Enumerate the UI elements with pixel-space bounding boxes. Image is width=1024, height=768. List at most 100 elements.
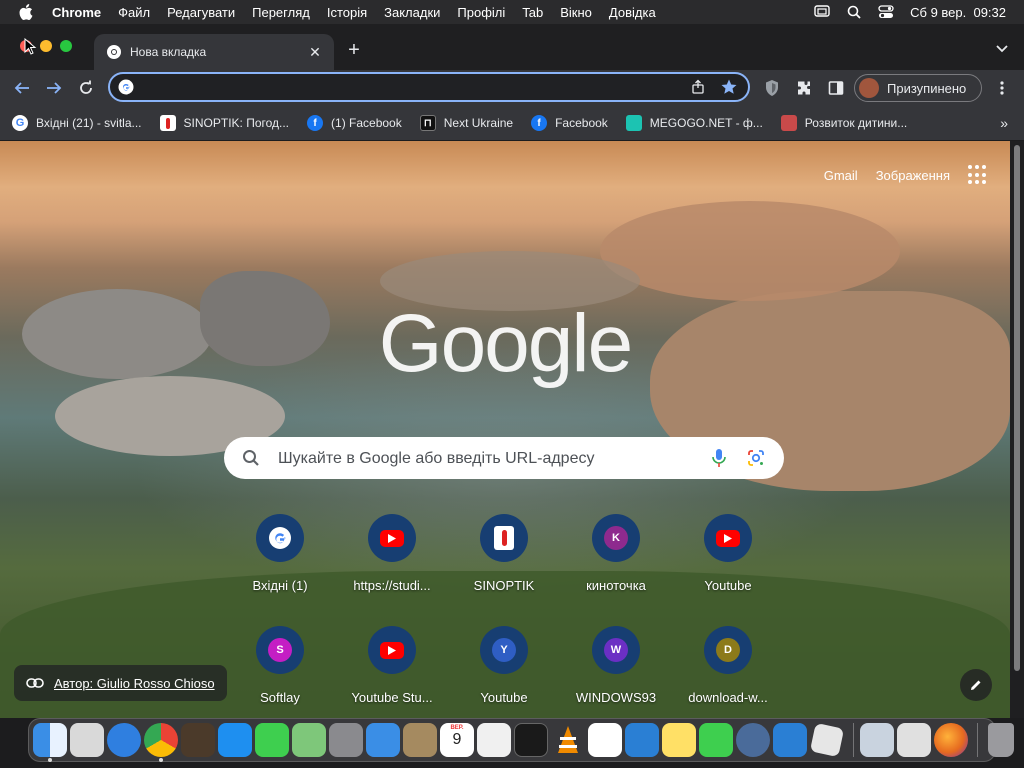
- firefox-icon[interactable]: [934, 723, 968, 757]
- app-store-icon[interactable]: [218, 723, 252, 757]
- mail-icon[interactable]: [366, 723, 400, 757]
- menu-tab[interactable]: Tab: [522, 5, 543, 20]
- voice-search-mic-icon[interactable]: [710, 448, 728, 468]
- shortcut-tile[interactable]: W WINDOWS93: [560, 626, 672, 705]
- vscode-icon[interactable]: [625, 723, 659, 757]
- shortcut-tile[interactable]: S Softlay: [224, 626, 336, 705]
- menu-window[interactable]: Вікно: [560, 5, 592, 20]
- shortcut-tile[interactable]: Вхідні (1): [224, 514, 336, 593]
- back-button[interactable]: [12, 78, 32, 98]
- textedit-icon[interactable]: [477, 723, 511, 757]
- menu-profiles[interactable]: Профілі: [457, 5, 505, 20]
- new-tab-button[interactable]: +: [344, 40, 364, 60]
- maps-icon[interactable]: [292, 723, 326, 757]
- menu-view[interactable]: Перегляд: [252, 5, 310, 20]
- gmail-link[interactable]: Gmail: [824, 168, 858, 183]
- bookmark-item[interactable]: f (1) Facebook: [307, 115, 402, 131]
- google-apps-grid-icon[interactable]: [968, 165, 988, 185]
- google-g-icon: [118, 79, 134, 95]
- trash-icon[interactable]: [988, 723, 1014, 757]
- google-lens-icon[interactable]: [746, 448, 766, 468]
- bookmark-item[interactable]: ⊓ Next Ukraine: [419, 115, 513, 131]
- shortcut-tile[interactable]: K киноточка: [560, 514, 672, 593]
- dock-separator: [977, 723, 978, 757]
- bookmark-label: SINOPTIK: Погод...: [183, 116, 290, 130]
- menu-file[interactable]: Файл: [118, 5, 150, 20]
- address-input[interactable]: [150, 78, 694, 98]
- bookmark-item[interactable]: Розвиток дитини...: [780, 115, 907, 131]
- images-link[interactable]: Зображення: [876, 168, 950, 183]
- reload-button[interactable]: [76, 78, 96, 98]
- bookmark-item[interactable]: f Facebook: [531, 115, 608, 131]
- side-panel-button[interactable]: [826, 78, 846, 98]
- shortcut-tile[interactable]: SINOPTIK: [448, 514, 560, 593]
- garageband-icon[interactable]: [181, 723, 215, 757]
- customize-chrome-button[interactable]: [960, 669, 992, 701]
- menu-app-name[interactable]: Chrome: [52, 5, 101, 20]
- spotlight-search-icon[interactable]: [846, 5, 862, 19]
- shortcut-tile[interactable]: Youtube: [672, 514, 784, 593]
- shortcut-tile[interactable]: D download-w...: [672, 626, 784, 705]
- letter-icon: K: [604, 526, 628, 550]
- scrollbar-thumb[interactable]: [1014, 145, 1020, 671]
- bookmark-star-icon[interactable]: [720, 78, 738, 96]
- control-center-icon[interactable]: [878, 5, 894, 19]
- reminders-icon[interactable]: [588, 723, 622, 757]
- screen-app-icon[interactable]: [860, 723, 894, 757]
- omnibox[interactable]: [108, 72, 750, 102]
- facetime-icon[interactable]: [699, 723, 733, 757]
- chrome-icon[interactable]: [144, 723, 178, 762]
- menu-bookmarks[interactable]: Закладки: [384, 5, 440, 20]
- terminal-icon[interactable]: [514, 723, 548, 757]
- shortcut-tile[interactable]: Youtube Stu...: [336, 626, 448, 705]
- menu-help[interactable]: Довідка: [609, 5, 656, 20]
- window-zoom-button[interactable]: [60, 40, 72, 52]
- system-settings-icon[interactable]: [329, 723, 363, 757]
- background-author-link[interactable]: Автор: Giulio Rosso Chioso: [14, 665, 227, 701]
- page-scrollbar[interactable]: [1010, 141, 1024, 718]
- apple-logo-icon[interactable]: [18, 4, 34, 20]
- tab-search-chevron-icon[interactable]: [994, 40, 1010, 56]
- finder-icon[interactable]: [33, 723, 67, 762]
- contacts-icon[interactable]: [403, 723, 437, 757]
- ntp-search-box[interactable]: [224, 437, 784, 479]
- share-icon[interactable]: [690, 79, 706, 95]
- launchpad-icon[interactable]: [70, 723, 104, 757]
- shortcut-tile[interactable]: https://studi...: [336, 514, 448, 593]
- shortcut-icon-circle: S: [256, 626, 304, 674]
- window-minimize-button[interactable]: [40, 40, 52, 52]
- tab-new-tab[interactable]: Нова вкладка ✕: [94, 34, 334, 70]
- ntp-search-input[interactable]: [276, 447, 700, 471]
- utility-app-icon[interactable]: [897, 723, 931, 757]
- chrome-menu-button[interactable]: [992, 78, 1012, 98]
- shield-extension-button[interactable]: [762, 78, 782, 98]
- notes-icon[interactable]: [662, 723, 696, 757]
- menubar-clock[interactable]: Сб 9 вер. 09:32: [910, 5, 1006, 20]
- background-rock: [200, 271, 330, 366]
- menu-edit[interactable]: Редагувати: [167, 5, 235, 20]
- macos-menubar: Chrome Файл Редагувати Перегляд Історія …: [0, 0, 1024, 24]
- menu-history[interactable]: Історія: [327, 5, 367, 20]
- roblox-icon[interactable]: [809, 722, 845, 758]
- puzzle-piece-icon: [798, 81, 810, 95]
- shortcut-icon-circle: [480, 514, 528, 562]
- screen-mirroring-icon[interactable]: [814, 5, 830, 19]
- tab-close-icon[interactable]: ✕: [306, 43, 324, 61]
- safari-icon[interactable]: [107, 723, 141, 757]
- window-app-icon[interactable]: [773, 723, 807, 757]
- next-ukraine-icon: ⊓: [419, 115, 436, 131]
- shortcut-tile[interactable]: Y Youtube: [448, 626, 560, 705]
- bookmark-item[interactable]: G Вхідні (21) - svitla...: [12, 115, 142, 131]
- bookmark-item[interactable]: SINOPTIK: Погод...: [159, 115, 290, 131]
- vlc-icon[interactable]: [551, 723, 585, 757]
- bookmarks-overflow-chevron-icon[interactable]: »: [1000, 115, 1008, 131]
- search-icon: [243, 450, 259, 466]
- quicktime-icon[interactable]: [736, 723, 770, 757]
- profile-button[interactable]: Призупинено: [854, 74, 982, 102]
- forward-button[interactable]: [44, 78, 64, 98]
- youtube-icon: [380, 529, 404, 547]
- messages-icon[interactable]: [255, 723, 289, 757]
- extensions-button[interactable]: [794, 78, 814, 98]
- bookmark-item[interactable]: MEGOGO.NET - ф...: [625, 115, 763, 131]
- calendar-icon[interactable]: ВЕР. 9: [440, 723, 474, 757]
